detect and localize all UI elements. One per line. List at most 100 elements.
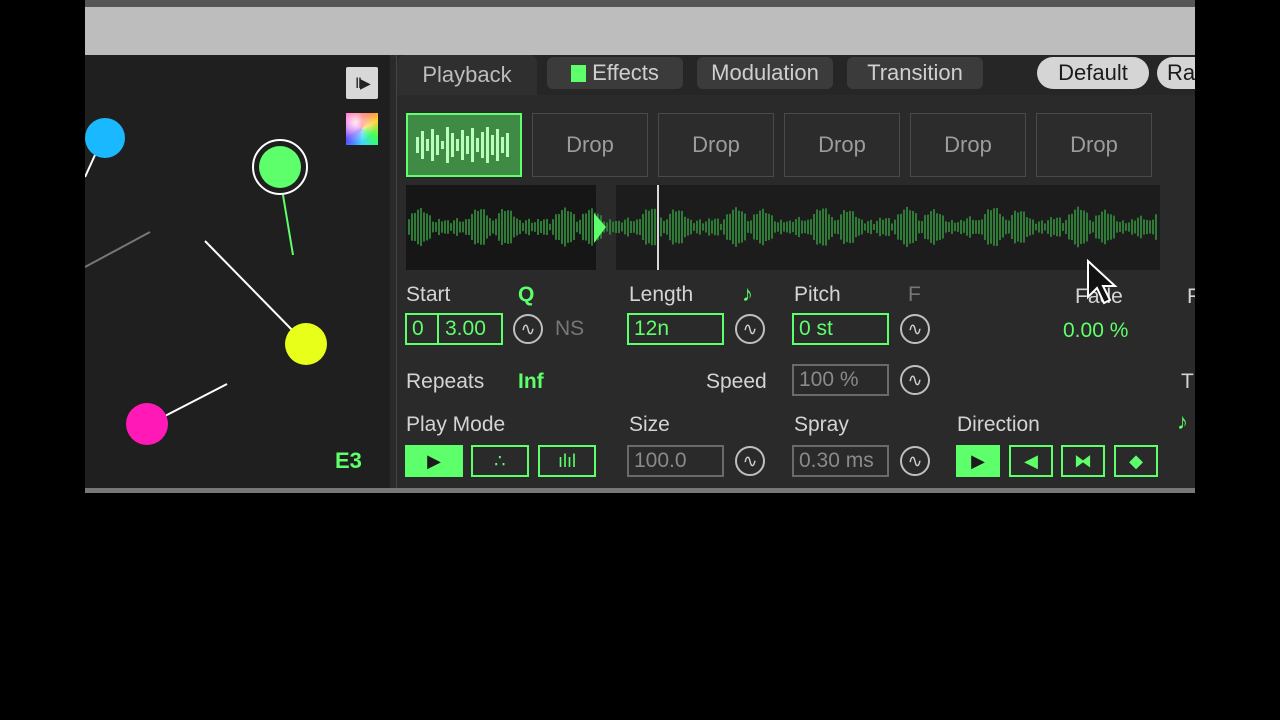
start-field[interactable]: 0 3.00 bbox=[405, 313, 503, 345]
waveform-bar bbox=[765, 212, 767, 242]
pitch-field[interactable]: 0 st bbox=[792, 313, 889, 345]
node-canvas[interactable] bbox=[85, 55, 390, 488]
waveform-bar bbox=[876, 220, 878, 234]
waveform-bar bbox=[549, 223, 551, 231]
note-icon[interactable]: ♪ bbox=[1177, 409, 1188, 435]
waveform-bar bbox=[717, 218, 719, 236]
ns-toggle[interactable]: NS bbox=[555, 317, 584, 341]
size-lfo-icon[interactable]: ∿ bbox=[735, 446, 765, 476]
waveform-bar bbox=[870, 219, 872, 235]
waveform-bar bbox=[1005, 219, 1007, 235]
play-step-icon[interactable]: Ⅱ▶ bbox=[346, 67, 378, 99]
spray-lfo-icon[interactable]: ∿ bbox=[900, 446, 930, 476]
fade-value[interactable]: 0.00 % bbox=[1063, 319, 1128, 343]
waveform-bar bbox=[495, 218, 497, 236]
waveform-bar bbox=[1071, 213, 1073, 241]
waveform-bar bbox=[816, 209, 818, 245]
waveform-bar bbox=[450, 223, 452, 231]
waveform-bar bbox=[669, 213, 671, 241]
waveform-bar bbox=[462, 221, 464, 233]
yellow-node[interactable] bbox=[285, 323, 327, 365]
length-field[interactable]: 12n bbox=[627, 313, 724, 345]
link-line bbox=[85, 231, 151, 268]
pitch-lfo-icon[interactable]: ∿ bbox=[900, 314, 930, 344]
pitch-flag-toggle[interactable]: F bbox=[908, 283, 921, 307]
waveform-bar bbox=[1023, 211, 1025, 243]
pitch-label: Pitch bbox=[794, 283, 841, 306]
length-lfo-icon[interactable]: ∿ bbox=[735, 314, 765, 344]
drop-slot[interactable]: Drop bbox=[658, 113, 774, 177]
waveform-bar bbox=[756, 214, 758, 240]
play-mode-forward-button[interactable]: ▶ bbox=[405, 445, 463, 477]
waveform-bar bbox=[705, 221, 707, 233]
direction-pingpong-button[interactable]: ⧓ bbox=[1061, 445, 1105, 477]
waveform-bar bbox=[723, 219, 725, 235]
direction-random-button[interactable]: ◆ bbox=[1114, 445, 1158, 477]
field-divider bbox=[437, 315, 439, 343]
waveform-bar bbox=[588, 210, 590, 244]
waveform-bar bbox=[1002, 216, 1004, 238]
blue-node[interactable] bbox=[85, 118, 125, 158]
waveform-bar bbox=[1143, 219, 1145, 235]
waveform-bar bbox=[780, 219, 782, 235]
tab-effects[interactable]: Effects bbox=[547, 57, 683, 89]
tab-transition[interactable]: Transition bbox=[847, 57, 983, 89]
waveform-bar bbox=[561, 210, 563, 244]
node-panel[interactable]: Ⅱ▶ E3 bbox=[85, 55, 390, 488]
waveform-bar bbox=[408, 219, 410, 235]
sample-waveform-icon bbox=[416, 127, 509, 163]
waveform-bar bbox=[432, 221, 434, 233]
waveform-bar bbox=[711, 220, 713, 234]
drop-slot[interactable]: Drop bbox=[532, 113, 648, 177]
spray-field[interactable]: 0.30 ms bbox=[792, 445, 889, 477]
start-lfo-icon[interactable]: ∿ bbox=[513, 314, 543, 344]
waveform-bar bbox=[1128, 222, 1130, 232]
waveform-bar bbox=[906, 206, 908, 248]
green-node[interactable] bbox=[259, 146, 301, 188]
waveform-bar bbox=[1125, 223, 1127, 231]
drop-slot[interactable]: Drop bbox=[910, 113, 1026, 177]
waveform-bar bbox=[1155, 214, 1157, 240]
waveform-bar bbox=[1026, 217, 1028, 237]
waveform-bar bbox=[1095, 215, 1097, 239]
sample-slot-loaded[interactable] bbox=[406, 113, 522, 177]
waveform-bar bbox=[1122, 220, 1124, 234]
waveform-bar bbox=[867, 221, 869, 233]
drop-slot[interactable]: Drop bbox=[784, 113, 900, 177]
playback-panel: Playback Effects Modulation Transition D… bbox=[396, 55, 1195, 488]
drop-slot[interactable]: Drop bbox=[1036, 113, 1152, 177]
waveform-bar bbox=[753, 214, 755, 240]
waveform-bar bbox=[513, 216, 515, 238]
play-mode-scatter-button[interactable]: ∴ bbox=[471, 445, 529, 477]
waveform-bar bbox=[1107, 213, 1109, 241]
waveform-bar bbox=[915, 213, 917, 241]
tab-playback[interactable]: Playback bbox=[397, 55, 537, 95]
size-field[interactable]: 100.0 bbox=[627, 445, 724, 477]
waveform-bar bbox=[468, 218, 470, 236]
waveform-bar bbox=[471, 214, 473, 240]
direction-reverse-button[interactable]: ◀ bbox=[1009, 445, 1053, 477]
scatter-icon: ∴ bbox=[494, 450, 506, 471]
tab-modulation[interactable]: Modulation bbox=[697, 57, 833, 89]
default-preset-button[interactable]: Default bbox=[1037, 57, 1149, 89]
direction-forward-button[interactable]: ▶ bbox=[956, 445, 1000, 477]
speed-field[interactable]: 100 % bbox=[792, 364, 889, 396]
waveform-display[interactable] bbox=[406, 185, 1160, 270]
waveform-bar bbox=[1056, 217, 1058, 237]
bottom-edge bbox=[85, 488, 1195, 493]
waveform-graph bbox=[408, 185, 1157, 270]
speed-lfo-icon[interactable]: ∿ bbox=[900, 365, 930, 395]
waveform-bar bbox=[963, 221, 965, 233]
waveform-bar bbox=[786, 221, 788, 233]
quantize-toggle[interactable]: Q bbox=[518, 283, 534, 307]
repeats-value[interactable]: Inf bbox=[518, 370, 544, 394]
note-icon[interactable]: ♪ bbox=[742, 281, 753, 307]
top-bar bbox=[85, 0, 1195, 55]
magenta-node[interactable] bbox=[126, 403, 168, 445]
color-wheel-icon[interactable] bbox=[346, 113, 378, 145]
waveform-bar bbox=[543, 219, 545, 235]
random-preset-button[interactable]: Ra bbox=[1157, 57, 1195, 89]
play-mode-bars-button[interactable]: ılıl bbox=[538, 445, 596, 477]
waveform-bar bbox=[1041, 220, 1043, 234]
yellow-node-tail bbox=[204, 240, 298, 336]
